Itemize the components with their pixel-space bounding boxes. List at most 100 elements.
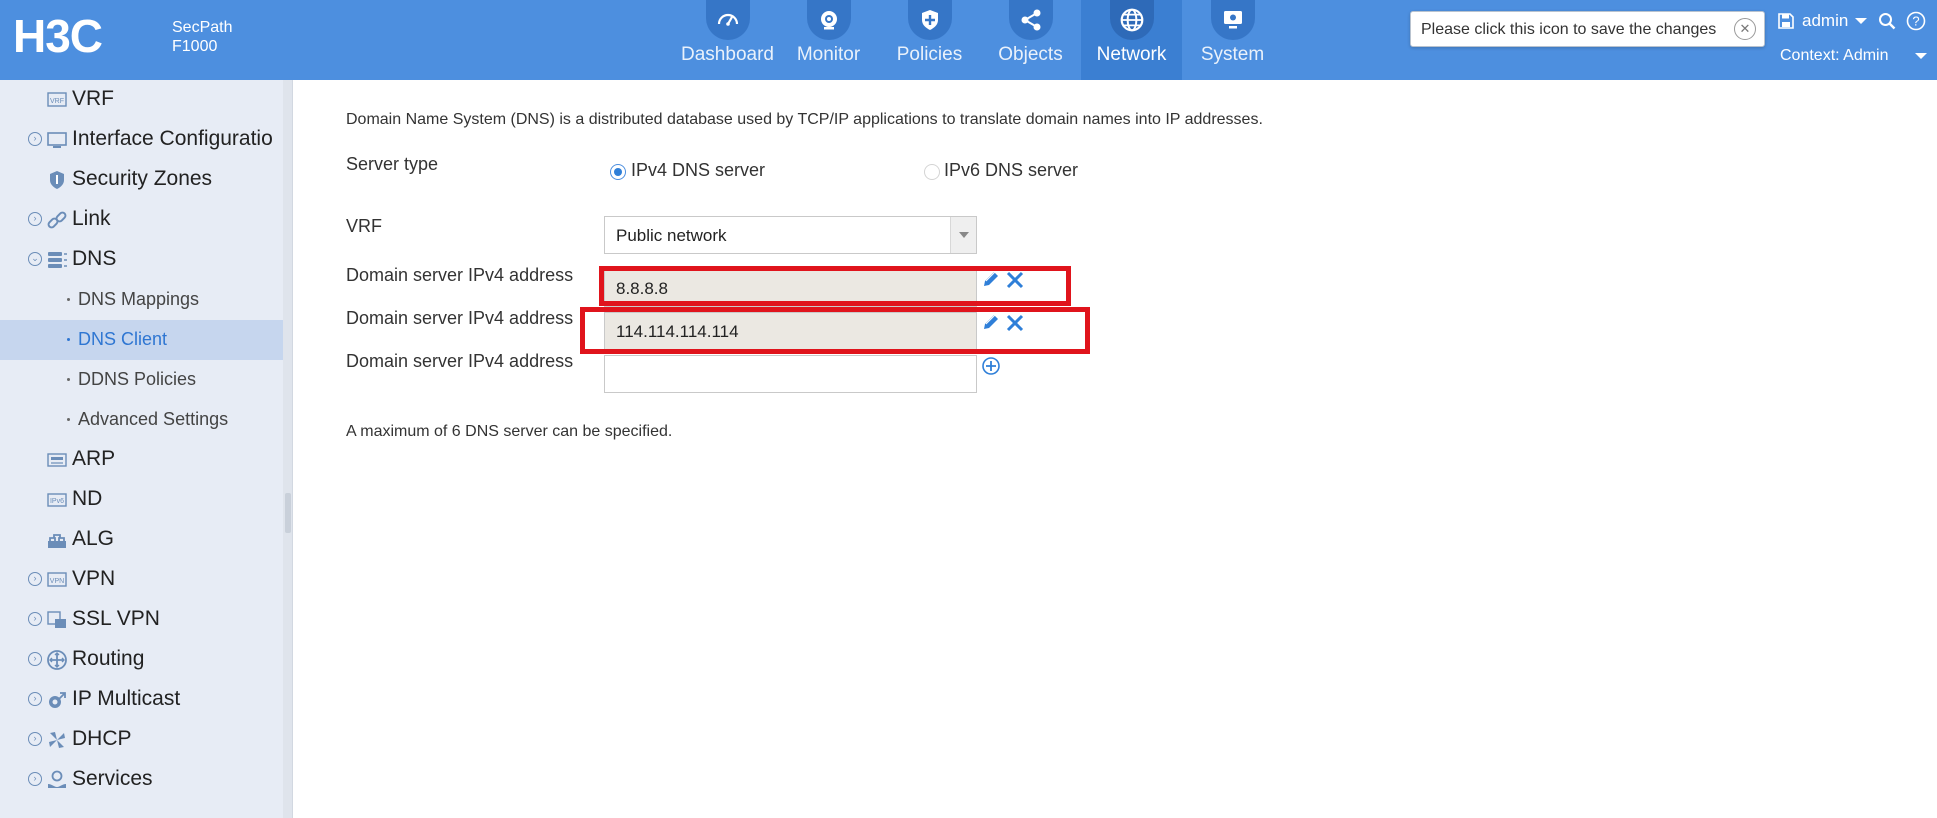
server-type-label: Server type [346, 154, 439, 174]
help-icon[interactable]: ? [1906, 11, 1926, 31]
tooltip-text: Please click this icon to save the chang… [1421, 21, 1717, 38]
dns-icon [48, 252, 67, 268]
bullet [67, 378, 70, 381]
search-icon[interactable] [1878, 12, 1896, 30]
sidebar-item-nd[interactable]: IPv6 ND [0, 480, 283, 520]
sidebar-item-link[interactable]: › Link [0, 200, 283, 240]
highlight-box [599, 266, 1071, 306]
splitter-handle[interactable] [285, 493, 291, 533]
sidebar-item-label: SSL VPN [72, 607, 160, 630]
expand-icon[interactable]: › [28, 612, 42, 626]
sidebar-item-ip-multicast[interactable]: › IP Multicast [0, 680, 283, 720]
sidebar-item-label: VPN [72, 567, 116, 590]
sidebar-item-advanced-settings[interactable]: Advanced Settings [0, 400, 283, 440]
nav-monitor[interactable]: Monitor [778, 0, 879, 80]
nav-objects[interactable]: Objects [980, 0, 1081, 80]
top-header: H3C SecPath F1000 Dashboard Monitor Poli… [0, 0, 1937, 80]
svg-text:VRF: VRF [50, 98, 64, 105]
sidebar-item-dhcp[interactable]: › DHCP [0, 720, 283, 760]
multicast-icon [49, 692, 66, 708]
chevron-down-icon[interactable] [950, 217, 976, 253]
product-series: SecPath [172, 19, 233, 36]
sidebar-item-routing[interactable]: › Routing [0, 640, 283, 680]
system-icon [1210, 0, 1255, 40]
max-servers-note: A maximum of 6 DNS server can be specifi… [346, 423, 673, 440]
ipv6-dns-server-radio[interactable] [924, 164, 940, 180]
sidebar-item-label: Advanced Settings [78, 409, 229, 429]
nav-dashboard-label: Dashboard [681, 44, 774, 65]
alg-icon [48, 534, 66, 548]
product-name: SecPath F1000 [172, 18, 232, 56]
nav-system[interactable]: System [1182, 0, 1283, 80]
sidebar-item-label: Interface Configuratio [72, 127, 273, 150]
sidebar-item-ddns-policies[interactable]: DDNS Policies [0, 360, 283, 400]
nav-objects-label: Objects [998, 44, 1063, 65]
arp-icon [47, 453, 67, 467]
expand-icon[interactable]: › [28, 132, 42, 146]
sidebar-item-alg[interactable]: ALG [0, 520, 283, 560]
vrf-icon: VRF [47, 92, 67, 107]
network-icon [1109, 0, 1154, 40]
expand-icon[interactable]: › [28, 212, 42, 226]
sidebar-splitter[interactable] [283, 80, 293, 818]
user-area: admin ? [1778, 9, 1926, 33]
domain-server-label: Domain server IPv4 address [346, 265, 574, 285]
sidebar-item-label: Routing [72, 647, 145, 670]
sidebar-item-label: DNS Mappings [78, 289, 200, 309]
sidebar-item-dns-mappings[interactable]: DNS Mappings [0, 280, 283, 320]
sidebar-item-label: ARP [72, 447, 116, 470]
sidebar-item-arp[interactable]: ARP [0, 440, 283, 480]
sidebar-item-security-zones[interactable]: Security Zones [0, 160, 283, 200]
sidebar: VRF VRF › Interface Configuratio Securit… [0, 80, 283, 818]
domain-server-label: Domain server IPv4 address [346, 308, 574, 328]
sidebar-item-ssl-vpn[interactable]: › SSL VPN [0, 600, 283, 640]
expand-icon[interactable]: › [28, 652, 42, 666]
sidebar-item-label: DDNS Policies [78, 369, 197, 389]
vrf-select-value: Public network [616, 226, 727, 245]
nav-policies[interactable]: Policies [879, 0, 980, 80]
nav-network-label: Network [1096, 44, 1167, 65]
save-icon[interactable] [1778, 13, 1794, 29]
dashboard-icon [705, 0, 750, 40]
collapse-icon[interactable]: ⌄ [28, 252, 42, 266]
sidebar-item-services[interactable]: › Services [0, 760, 283, 800]
nav-monitor-label: Monitor [796, 44, 861, 65]
nav-dashboard[interactable]: Dashboard [677, 0, 778, 80]
context-selector[interactable]: Context: Admin [1780, 47, 1889, 65]
main-nav: Dashboard Monitor Policies Objects Netwo… [677, 0, 1283, 80]
expand-icon[interactable]: › [28, 572, 42, 586]
ipv6-dns-server-label[interactable]: IPv6 DNS server [944, 160, 1078, 181]
svg-text:VPN: VPN [50, 578, 64, 585]
sidebar-item-interface-configuration[interactable]: › Interface Configuratio [0, 120, 283, 160]
sidebar-item-vrf[interactable]: VRF VRF [0, 80, 283, 120]
page-description: Domain Name System (DNS) is a distribute… [346, 111, 1263, 128]
nd-icon: IPv6 [47, 493, 67, 507]
expand-icon[interactable]: › [28, 692, 42, 706]
main-content: Domain Name System (DNS) is a distribute… [294, 80, 1937, 818]
product-model: F1000 [172, 38, 218, 55]
ssl-vpn-icon [47, 611, 66, 628]
chevron-down-icon[interactable] [1854, 16, 1868, 26]
sidebar-item-dns-client[interactable]: DNS Client [0, 320, 283, 360]
vrf-select[interactable]: Public network [604, 216, 977, 254]
expand-icon[interactable]: › [28, 772, 42, 786]
monitor-icon [806, 0, 851, 40]
ipv4-dns-server-radio[interactable] [610, 164, 626, 180]
user-menu[interactable]: admin [1802, 11, 1848, 31]
ipv4-dns-server-label[interactable]: IPv4 DNS server [631, 160, 765, 181]
expand-icon[interactable]: › [28, 732, 42, 746]
svg-text:?: ? [1913, 14, 1920, 29]
sidebar-item-label: ND [72, 487, 103, 510]
h3c-logo: H3C [13, 14, 103, 58]
vrf-label: VRF [346, 216, 382, 236]
sidebar-item-label: VRF [72, 87, 114, 110]
domain-server-input-3[interactable] [604, 355, 977, 393]
add-icon[interactable] [981, 356, 1001, 376]
policies-icon [907, 0, 952, 40]
nav-network[interactable]: Network [1081, 0, 1182, 80]
context-dropdown-icon[interactable] [1914, 51, 1928, 61]
sidebar-item-label: ALG [72, 527, 115, 550]
close-icon[interactable]: ✕ [1734, 18, 1756, 40]
sidebar-item-dns[interactable]: ⌄ DNS [0, 240, 283, 280]
sidebar-item-vpn[interactable]: › VPN VPN [0, 560, 283, 600]
